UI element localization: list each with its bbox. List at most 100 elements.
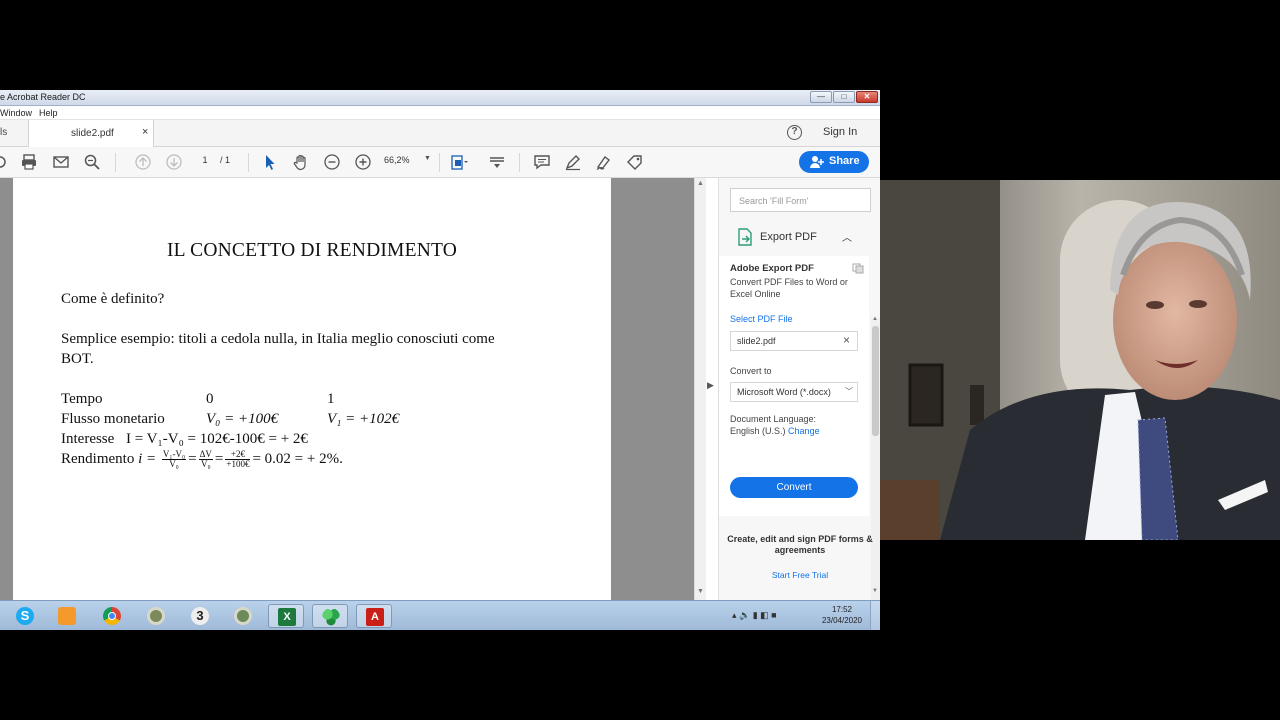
flusso-label: Flusso monetario: [61, 411, 165, 427]
selected-file-field[interactable]: slide2.pdf ×: [730, 331, 858, 351]
question-text: Come è definito?: [61, 291, 165, 307]
export-panel-description: Convert PDF Files to Word or Excel Onlin…: [730, 277, 848, 299]
scroll-up-icon[interactable]: ▲: [697, 180, 704, 187]
maximize-button[interactable]: □: [833, 91, 855, 103]
select-pdf-file-link[interactable]: Select PDF File: [730, 313, 793, 325]
page-up-icon[interactable]: [134, 153, 152, 171]
convert-button[interactable]: Convert: [730, 477, 858, 498]
three-app-icon[interactable]: 3: [182, 604, 218, 628]
zoom-plus-icon[interactable]: [354, 153, 372, 171]
remove-file-icon[interactable]: ×: [843, 333, 850, 347]
chevron-down-icon: ﹀: [845, 387, 853, 396]
zoom-value: 66,2%: [384, 155, 410, 165]
green-app-icon[interactable]: [312, 604, 348, 628]
export-panel-title: Adobe Export PDF: [730, 263, 814, 274]
show-desktop-button[interactable]: [870, 601, 880, 630]
document-scrollbar[interactable]: ▲ ▼: [694, 178, 706, 600]
skype-icon[interactable]: S: [7, 604, 43, 628]
print-icon[interactable]: [20, 153, 38, 171]
menu-help[interactable]: Help: [39, 108, 58, 118]
acrobat-window: e Acrobat Reader DC — □ ✕ Window Help ls…: [0, 90, 880, 630]
slide-title: IL CONCETTO DI RENDIMENTO: [166, 240, 458, 261]
clock-time[interactable]: 17:52: [820, 605, 864, 614]
format-value: Microsoft Word (*.docx): [737, 387, 831, 397]
minimize-button[interactable]: —: [810, 91, 832, 103]
promo-text: Create, edit and sign PDF forms & agreem…: [727, 534, 873, 555]
change-language-link[interactable]: Change: [788, 426, 820, 436]
share-user-icon: [810, 156, 824, 168]
share-button[interactable]: Share: [799, 151, 869, 173]
document-language-label: Document Language:: [730, 414, 817, 424]
taskbar: S 3 X A ▴ 🔈 ▮ ◧ ■ 17:52 23/04/2020: [0, 600, 880, 630]
excel-icon[interactable]: X: [268, 604, 304, 628]
window-title: e Acrobat Reader DC: [0, 92, 86, 102]
mail-icon[interactable]: [52, 153, 70, 171]
zoom-minus-icon[interactable]: [323, 153, 341, 171]
more-tools-icon[interactable]: [626, 153, 644, 171]
document-language-row: English (U.S.) Change: [730, 425, 820, 437]
acrobat-icon[interactable]: A: [356, 604, 392, 628]
save-icon[interactable]: [0, 153, 12, 171]
flusso-v0: V₀ = +100€: [206, 411, 279, 427]
flusso-v1: V₁ = +102€: [327, 411, 400, 427]
document-viewport[interactable]: IL CONCETTO DI RENDIMENTO Come è definit…: [0, 178, 706, 600]
tab-document-label: slide2.pdf: [71, 128, 114, 139]
highlight-icon[interactable]: [564, 153, 582, 171]
media-player-icon[interactable]: [49, 604, 85, 628]
share-label: Share: [829, 155, 860, 167]
rendimento-row: Rendimento i = V₁-V₀ V₀ = ΔV V₀ = +2€ +100€ = 0.…: [61, 449, 343, 469]
format-select[interactable]: Microsoft Word (*.docx) ﹀: [730, 382, 858, 402]
pane-scrollbar[interactable]: ▲ ▼: [871, 316, 880, 600]
chevron-up-icon: ︿: [842, 233, 852, 244]
pane-scroll-thumb[interactable]: [872, 326, 879, 436]
system-tray[interactable]: ▴ 🔈 ▮ ◧ ■: [732, 610, 777, 621]
page-number-input[interactable]: 1: [196, 155, 214, 165]
scroll-mode-icon[interactable]: [488, 153, 506, 171]
clock-date[interactable]: 23/04/2020: [816, 616, 868, 625]
tempo-t0: 0: [206, 391, 214, 407]
menu-bar: Window Help: [0, 106, 880, 120]
chevron-down-icon: ▼: [424, 155, 431, 162]
fraction-2: ΔV V₀: [198, 449, 213, 469]
interesse-label: Interesse: [61, 431, 115, 447]
export-pdf-icon: [738, 228, 752, 246]
close-tab-icon[interactable]: ×: [142, 126, 148, 138]
circle-app-2-icon[interactable]: [225, 604, 261, 628]
convert-to-label: Convert to: [730, 366, 772, 376]
tempo-label: Tempo: [61, 391, 103, 407]
tempo-t1: 1: [327, 391, 335, 407]
fraction-3: +2€ +100€: [225, 449, 251, 469]
export-pdf-header[interactable]: Export PDF ︿: [719, 224, 869, 252]
collapse-pane-icon[interactable]: ▶: [707, 380, 714, 391]
webcam-video: [880, 180, 1280, 540]
rendimento-tail: = 0.02 = + 2%.: [252, 450, 343, 467]
menu-window[interactable]: Window: [0, 108, 32, 118]
interesse-formula: I = V₁-V₀ = 102€-100€ = + 2€: [126, 431, 308, 447]
tab-bar: ls slide2.pdf × ? Sign In: [0, 120, 880, 148]
tab-document[interactable]: slide2.pdf ×: [28, 120, 154, 148]
fill-form-search-input[interactable]: Search 'Fill Form': [730, 188, 871, 212]
tools-pane: Search 'Fill Form' Export PDF ︿ Adobe Ex…: [718, 178, 880, 600]
chrome-icon[interactable]: [94, 604, 130, 628]
example-line-2: BOT.: [61, 351, 94, 367]
rendimento-label: Rendimento: [61, 450, 135, 467]
scroll-down-icon[interactable]: ▼: [697, 588, 704, 595]
zoom-select[interactable]: 66,2% ▼: [384, 155, 431, 165]
selected-file-name: slide2.pdf: [737, 336, 776, 346]
hand-icon[interactable]: [292, 153, 310, 171]
start-free-trial-link[interactable]: Start Free Trial: [719, 570, 880, 580]
sign-in-link[interactable]: Sign In: [823, 126, 857, 138]
fit-page-icon[interactable]: [450, 153, 468, 171]
pdf-page: IL CONCETTO DI RENDIMENTO Come è definit…: [13, 178, 611, 600]
tab-tools[interactable]: ls: [0, 127, 7, 138]
search-document-icon[interactable]: [83, 153, 101, 171]
circle-app-icon[interactable]: [138, 604, 174, 628]
webcam-presenter-image: [880, 180, 1280, 540]
help-icon[interactable]: ?: [787, 125, 802, 140]
comment-icon[interactable]: [533, 153, 551, 171]
select-cursor-icon[interactable]: [261, 153, 279, 171]
page-total: / 1: [220, 155, 231, 165]
close-window-button[interactable]: ✕: [856, 91, 878, 103]
sign-icon[interactable]: [595, 153, 613, 171]
page-down-icon[interactable]: [165, 153, 183, 171]
